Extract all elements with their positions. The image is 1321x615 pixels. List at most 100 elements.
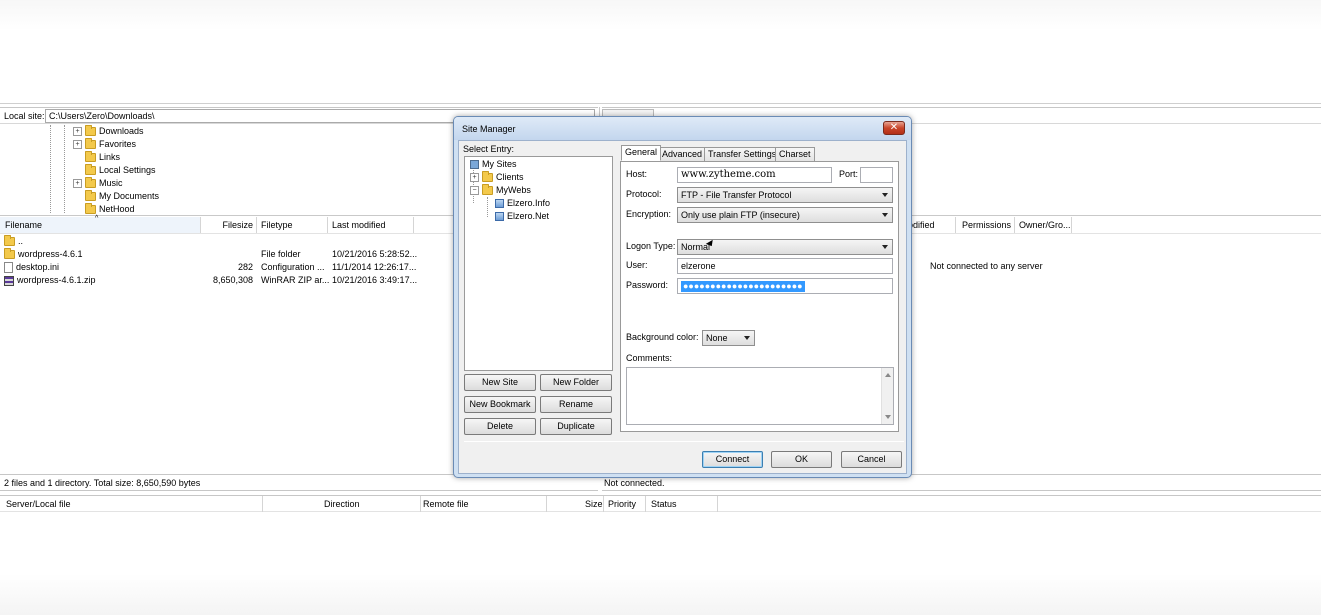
column-server-local-file[interactable]: Server/Local file <box>6 496 71 512</box>
column-status[interactable]: Status <box>651 496 677 512</box>
comments-textarea[interactable] <box>626 367 894 425</box>
column-priority[interactable]: Priority <box>608 496 636 512</box>
sort-caret-icon: ^ <box>95 215 99 222</box>
tree-item-mywebs[interactable]: − MyWebs <box>470 184 531 197</box>
file-name: wordpress-4.6.1 <box>18 249 83 259</box>
column-direction[interactable]: Direction <box>324 496 360 512</box>
folder-icon <box>482 171 493 183</box>
scroll-down-icon[interactable] <box>885 415 891 419</box>
tree-item-label: MyWebs <box>496 185 531 195</box>
folder-icon <box>4 248 15 260</box>
password-input[interactable]: ●●●●●●●●●●●●●●●●●●●●●● <box>677 278 893 294</box>
tree-item-my-sites[interactable]: My Sites <box>470 158 517 171</box>
column-size[interactable]: Size <box>585 496 603 512</box>
tree-item-music[interactable]: + Music <box>73 177 123 190</box>
expand-icon[interactable]: + <box>73 127 82 137</box>
cancel-button[interactable]: Cancel <box>841 451 902 468</box>
background-color-label: Background color: <box>626 332 699 342</box>
tree-item-label: Local Settings <box>99 165 156 175</box>
tree-item-label: Downloads <box>99 126 144 136</box>
file-type: WinRAR ZIP ar... <box>261 275 330 285</box>
site-icon <box>495 212 504 222</box>
tree-item-local-settings[interactable]: Local Settings <box>73 164 156 177</box>
file-icon <box>4 262 13 274</box>
tab-general[interactable]: General <box>621 145 662 161</box>
tab-advanced[interactable]: Advanced <box>658 147 707 161</box>
tree-guide-line <box>64 125 65 213</box>
computer-icon <box>470 160 479 170</box>
tree-item-elzero-net[interactable]: Elzero.Net <box>495 210 549 223</box>
port-input[interactable] <box>860 167 893 183</box>
close-icon[interactable]: ✕ <box>883 121 905 135</box>
ok-button[interactable]: OK <box>771 451 832 468</box>
column-filetype[interactable]: Filetype <box>261 217 293 233</box>
tree-item-label: Favorites <box>99 139 137 149</box>
protocol-select[interactable]: FTP - File Transfer Protocol <box>677 187 893 203</box>
tree-item-label: Music <box>99 178 123 188</box>
column-remote-file[interactable]: Remote file <box>423 496 469 512</box>
transfer-queue-header: Server/Local file Direction Remote file … <box>0 495 1321 512</box>
tree-item-downloads[interactable]: + Downloads <box>73 125 144 138</box>
file-modified: 10/21/2016 3:49:17... <box>332 275 418 285</box>
tree-item-elzero-info[interactable]: Elzero.Info <box>495 197 550 210</box>
file-size: 8,650,308 <box>212 275 253 285</box>
expand-icon[interactable]: + <box>470 173 479 183</box>
collapse-icon[interactable]: − <box>470 186 479 196</box>
divider <box>626 314 894 315</box>
password-label: Password: <box>626 280 669 290</box>
zip-archive-icon <box>4 275 14 286</box>
chevron-down-icon <box>882 213 888 217</box>
duplicate-button[interactable]: Duplicate <box>540 418 612 435</box>
site-icon <box>495 199 504 209</box>
transfer-queue-list <box>0 513 1321 615</box>
rename-button[interactable]: Rename <box>540 396 612 413</box>
new-site-button[interactable]: New Site <box>464 374 536 391</box>
folder-icon <box>85 138 96 150</box>
tab-transfer-settings[interactable]: Transfer Settings <box>704 147 781 161</box>
column-filesize[interactable]: Filesize <box>200 217 255 233</box>
column-filename[interactable]: Filename <box>0 217 200 233</box>
select-entry-label: Select Entry: <box>463 144 515 154</box>
tree-item-clients[interactable]: + Clients <box>470 171 524 184</box>
site-tree[interactable]: My Sites + Clients − MyWebs Elzero.Info El… <box>464 156 613 371</box>
folder-icon <box>85 151 96 163</box>
user-label: User: <box>626 260 648 270</box>
column-last-modified[interactable]: Last modified <box>332 217 386 233</box>
scroll-up-icon[interactable] <box>885 373 891 377</box>
folder-icon <box>85 164 96 176</box>
background-color-select[interactable]: None <box>702 330 755 346</box>
comments-scrollbar[interactable] <box>881 368 893 424</box>
user-input[interactable]: elzerone <box>677 258 893 274</box>
port-label: Port: <box>839 169 859 179</box>
encryption-select[interactable]: Only use plain FTP (insecure) <box>677 207 893 223</box>
new-bookmark-button[interactable]: New Bookmark <box>464 396 536 413</box>
column-permissions[interactable]: Permissions <box>962 217 1011 233</box>
tree-item-label: NetHood <box>99 204 135 214</box>
tree-item-label: My Sites <box>482 159 517 169</box>
dialog-title: Site Manager <box>462 124 516 134</box>
folder-icon <box>4 235 15 247</box>
tab-charset[interactable]: Charset <box>775 147 815 161</box>
expand-icon[interactable]: + <box>73 179 82 189</box>
tree-item-favorites[interactable]: + Favorites <box>73 138 136 151</box>
folder-icon <box>85 125 96 137</box>
expand-icon[interactable]: + <box>73 140 82 150</box>
tree-item-label: Links <box>99 152 121 162</box>
delete-button[interactable]: Delete <box>464 418 536 435</box>
dialog-titlebar[interactable]: Site Manager ✕ <box>454 117 911 140</box>
comments-label: Comments: <box>626 353 673 363</box>
host-label: Host: <box>626 169 648 179</box>
local-site-label: Local site: <box>4 111 45 121</box>
file-modified: 11/1/2014 12:26:17... <box>332 262 417 272</box>
tree-item-my-documents[interactable]: My Documents <box>73 190 159 203</box>
new-folder-button[interactable]: New Folder <box>540 374 612 391</box>
file-name: wordpress-4.6.1.zip <box>17 275 96 285</box>
column-owner-group[interactable]: Owner/Gro... <box>1019 217 1071 233</box>
tree-item-label: Elzero.Info <box>507 198 551 208</box>
tree-item-links[interactable]: Links <box>73 151 120 164</box>
connect-button[interactable]: Connect <box>702 451 763 468</box>
logon-type-label: Logon Type: <box>626 241 676 251</box>
host-input[interactable]: www.zytheme.com <box>677 167 832 183</box>
chevron-down-icon <box>744 336 750 340</box>
encryption-label: Encryption: <box>626 209 672 219</box>
